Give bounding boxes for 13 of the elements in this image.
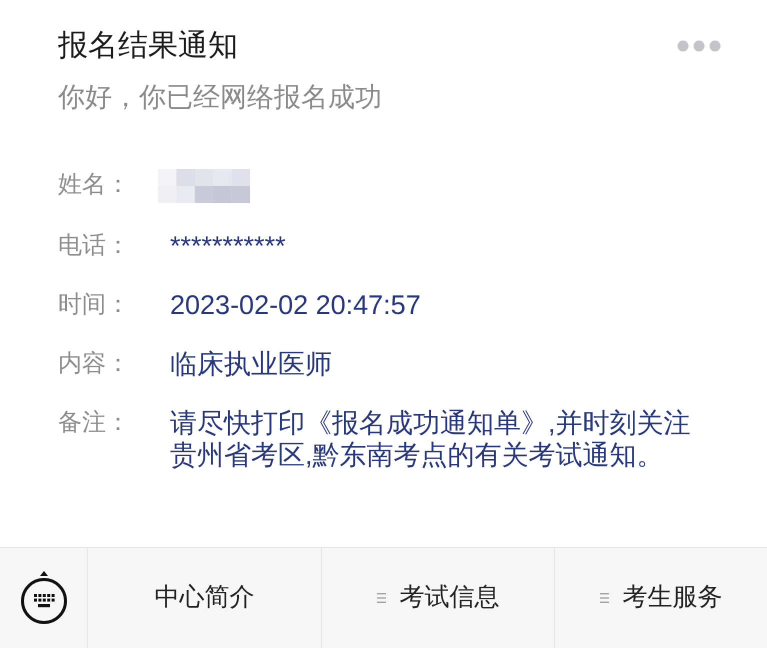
field-value: 请尽快打印《报名成功通知单》,并时刻关注贵州省考区,黔东南考点的有关考试通知。 bbox=[170, 407, 692, 471]
field-label: 时间： bbox=[58, 290, 130, 320]
keyboard-button[interactable] bbox=[18, 570, 68, 626]
field-label: 备注： bbox=[58, 408, 130, 438]
field-label: 电话： bbox=[58, 231, 130, 261]
field-value: *********** bbox=[170, 230, 286, 262]
keyboard-icon bbox=[18, 570, 68, 626]
field-value: 临床执业医师 bbox=[170, 348, 332, 380]
message-subtitle: 你好，你已经网络报名成功 bbox=[58, 81, 382, 114]
message-title: 报名结果通知 bbox=[58, 28, 239, 64]
field-value: 2023-02-02 20:47:57 bbox=[170, 289, 421, 321]
field-label: 姓名： bbox=[58, 170, 130, 200]
field-label: 内容： bbox=[58, 349, 130, 379]
